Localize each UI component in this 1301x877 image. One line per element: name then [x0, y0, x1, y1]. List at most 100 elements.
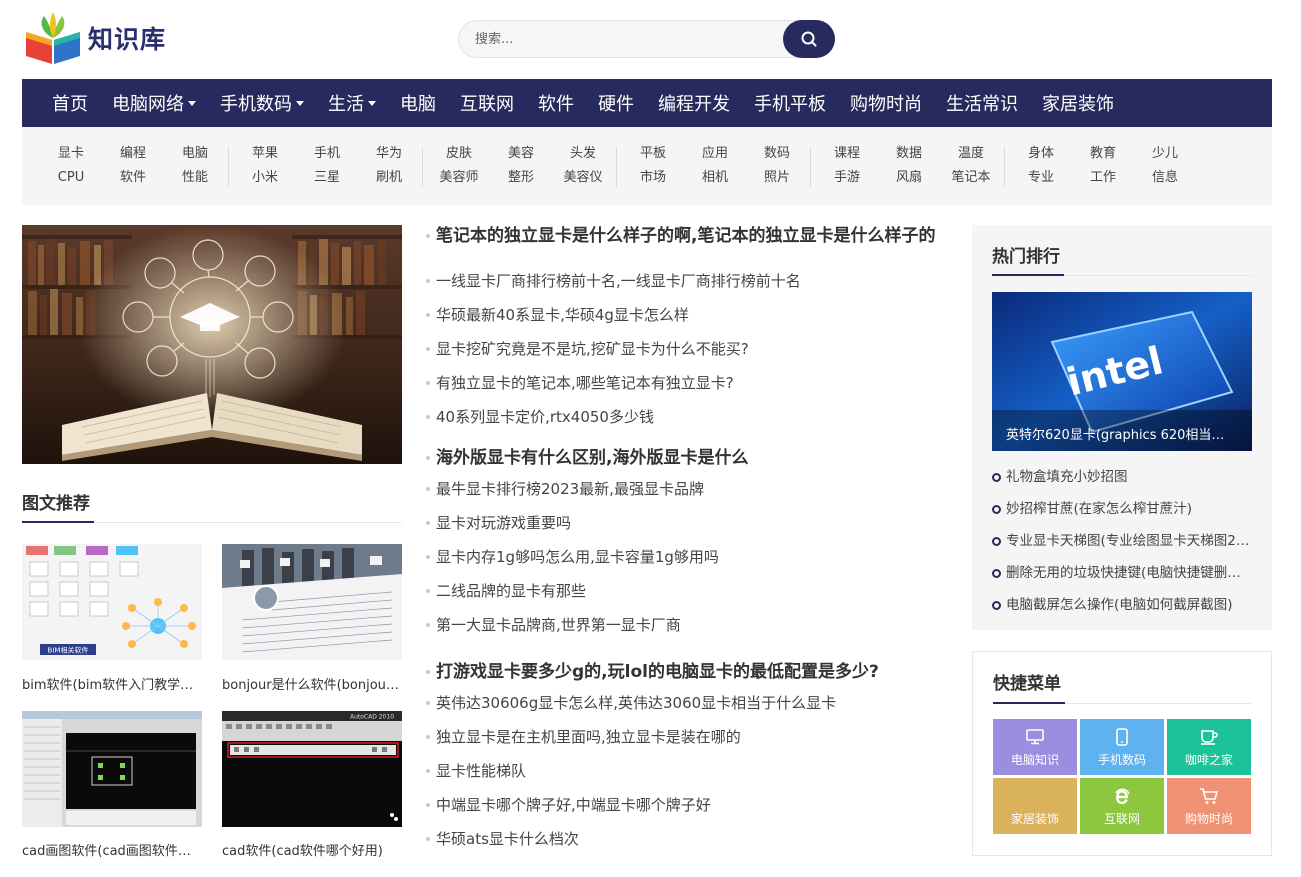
recommend-caption[interactable]: bim软件(bim软件入门教学视频): [22, 674, 202, 693]
subcategory-link[interactable]: 少儿: [1134, 145, 1196, 163]
recommend-thumb-bonjour[interactable]: [222, 544, 402, 660]
recommend-thumb-bim[interactable]: BIM相关软件: [22, 544, 202, 660]
article-headline[interactable]: 笔记本的独立显卡是什么样子的啊,笔记本的独立显卡是什么样子的: [426, 222, 952, 250]
quick-menu-grid: 电脑知识 手机数码 咖啡之家 家居装饰 互联网 购物时尚: [993, 719, 1251, 834]
article-link[interactable]: 显卡挖矿究竟是不是坑,挖矿显卡为什么不能买?: [426, 332, 952, 366]
main-nav: 首页 电脑网络 手机数码 生活 电脑 互联网 软件 硬件 编程开发 手机平板 购…: [22, 79, 1272, 127]
recommend-thumb-cad-draw[interactable]: [22, 711, 202, 827]
article-link[interactable]: 一线显卡厂商排行榜前十名,一线显卡厂商排行榜前十名: [426, 264, 952, 298]
subcategory-link[interactable]: 美容仪: [552, 169, 614, 187]
article-link[interactable]: 华硕最新40系显卡,华硕4g显卡怎么样: [426, 298, 952, 332]
article-link[interactable]: 最牛显卡排行榜2023最新,最强显卡品牌: [426, 472, 952, 506]
subcategory-bar: 显卡 编程 电脑 CPU 软件 性能 苹果 手机 华为 小米 三星 刷机 皮肤 …: [22, 127, 1272, 205]
hot-ranking-item[interactable]: 专业显卡天梯图(专业绘图显卡天梯图2020): [992, 525, 1252, 557]
subcategory-link[interactable]: 显卡: [40, 145, 102, 163]
hot-ranking-item[interactable]: 礼物盒填充小妙招图: [992, 461, 1252, 493]
quick-link-mobile[interactable]: 手机数码: [1080, 719, 1164, 775]
hot-featured-image[interactable]: intel 英特尔620显卡(graphics 620相当于什么显卡): [992, 292, 1252, 451]
subcategory-link[interactable]: 苹果: [234, 145, 296, 163]
subcategory-group: 苹果 手机 华为 小米 三星 刷机: [228, 145, 424, 187]
subcategory-link[interactable]: 应用: [684, 145, 746, 163]
nav-item-software[interactable]: 软件: [526, 90, 586, 116]
nav-item-programming[interactable]: 编程开发: [646, 90, 742, 116]
cart-icon: [1199, 785, 1219, 807]
article-link[interactable]: 二线品牌的显卡有那些: [426, 574, 952, 608]
subcategory-link[interactable]: 课程: [816, 145, 878, 163]
nav-item-home-decor[interactable]: 家居装饰: [1030, 90, 1126, 116]
recommend-caption[interactable]: cad软件(cad软件哪个好用): [222, 840, 402, 859]
subcategory-link[interactable]: 风扇: [878, 169, 940, 187]
subcategory-link[interactable]: 手机: [296, 145, 358, 163]
quick-link-coffee[interactable]: 咖啡之家: [1167, 719, 1251, 775]
article-link[interactable]: 英伟达30606g显卡怎么样,英伟达3060显卡相当于什么显卡: [426, 686, 952, 720]
subcategory-link[interactable]: 编程: [102, 145, 164, 163]
recommend-caption[interactable]: cad画图软件(cad画图软件免费版): [22, 840, 202, 859]
subcategory-link[interactable]: 相机: [684, 169, 746, 187]
hot-ranking-item[interactable]: 电脑截屏怎么操作(电脑如何截屏截图): [992, 589, 1252, 621]
nav-item-shopping[interactable]: 购物时尚: [838, 90, 934, 116]
subcategory-link[interactable]: 刷机: [358, 169, 420, 187]
site-logo[interactable]: 知识库: [22, 10, 166, 66]
subcategory-link[interactable]: 华为: [358, 145, 420, 163]
article-link[interactable]: 中端显卡哪个牌子好,中端显卡哪个牌子好: [426, 788, 952, 822]
subcategory-link[interactable]: 工作: [1072, 169, 1134, 187]
caret-down-icon: [368, 100, 376, 106]
article-link[interactable]: 显卡性能梯队: [426, 754, 952, 788]
subcategory-link[interactable]: CPU: [40, 169, 102, 187]
subcategory-link[interactable]: 头发: [552, 145, 614, 163]
subcategory-link[interactable]: 软件: [102, 169, 164, 187]
article-link[interactable]: 有独立显卡的笔记本,哪些笔记本有独立显卡?: [426, 366, 952, 400]
search-button[interactable]: [783, 20, 835, 58]
subcategory-link[interactable]: 照片: [746, 169, 808, 187]
subcategory-link[interactable]: 温度: [940, 145, 1002, 163]
subcategory-link[interactable]: 皮肤: [428, 145, 490, 163]
nav-item-internet[interactable]: 互联网: [448, 90, 526, 116]
recommend-thumb-cad-software[interactable]: AutoCAD 2010: [222, 711, 402, 827]
quick-link-shopping[interactable]: 购物时尚: [1167, 778, 1251, 834]
article-link[interactable]: 40系列显卡定价,rtx4050多少钱: [426, 400, 952, 434]
article-link[interactable]: 独立显卡是在主机里面吗,独立显卡是装在哪的: [426, 720, 952, 754]
subcategory-link[interactable]: 美容: [490, 145, 552, 163]
recommend-caption[interactable]: bonjour是什么软件(bonjour可以删除吗): [222, 674, 402, 693]
subcategory-link[interactable]: 性能: [164, 169, 226, 187]
article-link[interactable]: 显卡对玩游戏重要吗: [426, 506, 952, 540]
article-group: 笔记本的独立显卡是什么样子的啊,笔记本的独立显卡是什么样子的 一线显卡厂商排行榜…: [426, 222, 952, 444]
nav-item-hardware[interactable]: 硬件: [586, 90, 646, 116]
article-link[interactable]: 第一大显卡品牌商,世界第一显卡厂商: [426, 608, 952, 642]
subcategory-link[interactable]: 整形: [490, 169, 552, 187]
cad-drawing-screenshot: [22, 711, 202, 827]
quick-link-computer[interactable]: 电脑知识: [993, 719, 1077, 775]
bim-diagram-image: BIM相关软件: [22, 544, 202, 660]
article-link[interactable]: 华硕ats显卡什么档次: [426, 822, 952, 856]
nav-item-computer[interactable]: 电脑: [388, 90, 448, 116]
subcategory-link[interactable]: 信息: [1134, 169, 1196, 187]
subcategory-link[interactable]: 手游: [816, 169, 878, 187]
subcategory-link[interactable]: 数码: [746, 145, 808, 163]
quick-link-home-decor[interactable]: 家居装饰: [993, 778, 1077, 834]
subcategory-link[interactable]: 平板: [622, 145, 684, 163]
nav-item-computer-network[interactable]: 电脑网络: [100, 90, 208, 116]
nav-item-mobile-digital[interactable]: 手机数码: [208, 90, 316, 116]
subcategory-link[interactable]: 电脑: [164, 145, 226, 163]
subcategory-link[interactable]: 教育: [1072, 145, 1134, 163]
subcategory-link[interactable]: 笔记本: [940, 169, 1002, 187]
hot-ranking-item[interactable]: 妙招榨甘蔗(在家怎么榨甘蔗汁): [992, 493, 1252, 525]
subcategory-link[interactable]: 三星: [296, 169, 358, 187]
nav-item-phone-tablet[interactable]: 手机平板: [742, 90, 838, 116]
subcategory-link[interactable]: 小米: [234, 169, 296, 187]
article-headline[interactable]: 海外版显卡有什么区别,海外版显卡是什么: [426, 444, 952, 472]
article-headline[interactable]: 打游戏显卡要多少g的,玩lol的电脑显卡的最低配置是多少?: [426, 658, 952, 686]
quick-link-internet[interactable]: 互联网: [1080, 778, 1164, 834]
nav-item-home[interactable]: 首页: [40, 90, 100, 116]
nav-item-life-tips[interactable]: 生活常识: [934, 90, 1030, 116]
search-input[interactable]: [458, 20, 835, 58]
subcategory-link[interactable]: 专业: [1010, 169, 1072, 187]
hero-banner-image[interactable]: [22, 225, 402, 464]
subcategory-link[interactable]: 数据: [878, 145, 940, 163]
article-link[interactable]: 显卡内存1g够吗怎么用,显卡容量1g够用吗: [426, 540, 952, 574]
hot-ranking-item[interactable]: 删除无用的垃圾快捷键(电脑快捷键删除文件): [992, 557, 1252, 589]
nav-item-life[interactable]: 生活: [316, 90, 388, 116]
subcategory-link[interactable]: 身体: [1010, 145, 1072, 163]
subcategory-link[interactable]: 美容师: [428, 169, 490, 187]
subcategory-link[interactable]: 市场: [622, 169, 684, 187]
